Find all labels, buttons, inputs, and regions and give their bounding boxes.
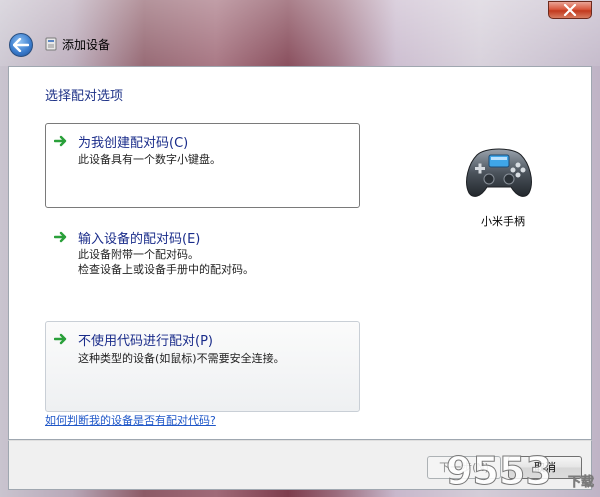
green-arrow-icon: [54, 135, 67, 147]
option-title: 为我创建配对码(C): [78, 136, 189, 151]
option-desc: 检查设备上或设备手册中的配对码。: [78, 263, 254, 276]
option-title: 不使用代码进行配对(P): [78, 334, 213, 349]
bluetooth-device-icon: [45, 37, 57, 51]
device-name: 小米手柄: [481, 215, 525, 228]
window-title: 添加设备: [62, 38, 111, 52]
help-link[interactable]: 如何判断我的设备是否有配对代码?: [45, 412, 216, 428]
title-bar: [0, 0, 600, 66]
close-button[interactable]: [548, 1, 592, 19]
option-desc: 此设备具有一个数字小键盘。: [78, 153, 221, 166]
page-heading: 选择配对选项: [45, 89, 124, 104]
cancel-button[interactable]: 取消: [508, 456, 582, 479]
option-create-code[interactable]: 为我创建配对码(C) 此设备具有一个数字小键盘。: [45, 123, 360, 208]
option-title: 输入设备的配对码(E): [78, 232, 201, 247]
next-button[interactable]: 下一步(N): [427, 456, 501, 479]
back-arrow-icon: [13, 38, 29, 52]
option-enter-code[interactable]: 输入设备的配对码(E) 此设备附带一个配对码。 检查设备上或设备手册中的配对码。: [45, 219, 360, 283]
button-bar: 下一步(N) 取消: [8, 440, 592, 490]
option-desc: 此设备附带一个配对码。: [78, 248, 199, 261]
green-arrow-icon: [54, 231, 67, 243]
green-arrow-icon: [54, 333, 67, 345]
content-panel: 选择配对选项 为我创建配对码(C) 此设备具有一个数字小键盘。 输入设备的配对码…: [8, 66, 592, 440]
back-button[interactable]: [9, 33, 33, 57]
gamepad-icon: [466, 148, 532, 197]
option-no-code[interactable]: 不使用代码进行配对(P) 这种类型的设备(如鼠标)不需要安全连接。: [45, 321, 360, 412]
option-desc: 这种类型的设备(如鼠标)不需要安全连接。: [78, 352, 285, 365]
close-icon: [563, 4, 577, 16]
